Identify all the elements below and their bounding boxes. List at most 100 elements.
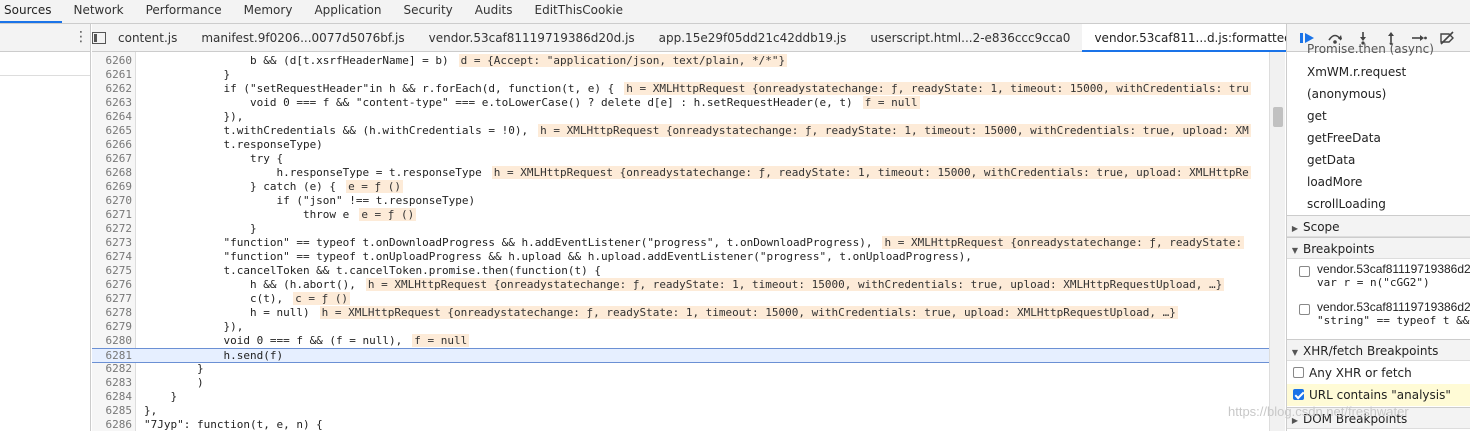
line-number[interactable]: 6273 (92, 236, 133, 250)
line-number[interactable]: 6285 (92, 404, 133, 418)
line-number[interactable]: 6269 (92, 180, 133, 194)
deactivate-breakpoints-icon[interactable] (1433, 28, 1461, 48)
file-tab[interactable]: content.js (106, 24, 189, 52)
line-number[interactable]: 6267 (92, 152, 133, 166)
code-line: 6272 } (92, 222, 1285, 236)
line-number[interactable]: 6277 (92, 292, 133, 306)
line-number[interactable]: 6274 (92, 250, 133, 264)
line-number[interactable]: 6260 (92, 54, 133, 68)
call-frame[interactable]: XmWM.r.request (1287, 61, 1470, 83)
line-number[interactable]: 6264 (92, 110, 133, 124)
breakpoint-item[interactable]: vendor.53caf81119719386d20d.js:6273"stri… (1287, 300, 1470, 334)
more-options-icon[interactable]: ⋮ (74, 29, 88, 45)
code-text: } (144, 222, 257, 236)
line-number[interactable]: 6270 (92, 194, 133, 208)
code-source: }), (144, 320, 244, 333)
code-line: 6276 h && (h.abort(), h = XMLHttpRequest … (92, 278, 1285, 292)
line-number[interactable]: 6272 (92, 222, 133, 236)
code-text: void 0 === f && "content-type" === e.toL… (144, 96, 920, 110)
code-text: h.send(f) (144, 349, 283, 363)
call-frame[interactable]: loadMore (1287, 171, 1470, 193)
xhr-breakpoint-item[interactable]: URL contains "analysis" (1287, 384, 1470, 406)
line-number[interactable]: 6278 (92, 306, 133, 320)
xhr-breakpoint-checkbox[interactable] (1293, 389, 1304, 400)
line-number[interactable]: 6286 (92, 418, 133, 431)
line-number[interactable]: 6261 (92, 68, 133, 82)
code-line: 6278 h = null) h = XMLHttpRequest {onread… (92, 306, 1285, 320)
panel-tab[interactable]: Security (393, 0, 464, 23)
collapse-triangle-icon: ▼ (1291, 246, 1299, 255)
watermark: https://blog.csdn.net/freshwater (1228, 404, 1409, 419)
code-source: b && (d[t.xsrfHeaderName] = b) (144, 54, 449, 67)
line-number[interactable]: 6280 (92, 334, 133, 348)
line-number[interactable]: 6275 (92, 264, 133, 278)
line-number[interactable]: 6282 (92, 362, 133, 376)
code-line: 6277 c(t), c = ƒ () (92, 292, 1285, 306)
line-number[interactable]: 6262 (92, 82, 133, 96)
code-source: h && (h.abort(), (144, 278, 356, 291)
code-text: t.cancelToken && t.cancelToken.promise.t… (144, 264, 601, 278)
line-number[interactable]: 6268 (92, 166, 133, 180)
xhr-breakpoints-section-header[interactable]: ▼ XHR/fetch Breakpoints (1287, 339, 1470, 361)
code-source: } (144, 390, 178, 403)
panel-tab[interactable]: EditThisCookie (524, 0, 635, 23)
xhr-breakpoint-label: URL contains "analysis" (1309, 388, 1451, 402)
panel-tab[interactable]: Audits (464, 0, 524, 23)
code-source: }, (144, 404, 158, 417)
xhr-breakpoint-checkbox[interactable] (1293, 367, 1304, 378)
line-number[interactable]: 6266 (92, 138, 133, 152)
code-text: ) (144, 376, 204, 390)
breakpoints-section-header[interactable]: ▼ Breakpoints (1287, 237, 1470, 259)
code-source: "7Jyp": function(t, e, n) { (144, 418, 323, 431)
panel-tab[interactable]: Network (62, 0, 134, 23)
code-line: 6261 } (92, 68, 1285, 82)
code-text: "function" == typeof t.onDownloadProgres… (144, 236, 1245, 250)
file-tab[interactable]: manifest.9f0206...0077d5076bf.js (189, 24, 416, 52)
breakpoint-checkbox[interactable] (1299, 304, 1310, 315)
inline-value: h = XMLHttpRequest {onreadystatechange: … (882, 236, 1245, 249)
section-title: Breakpoints (1303, 242, 1375, 256)
breakpoint-code: "string" == typeof t && (1317, 314, 1470, 327)
line-number[interactable]: 6281 (92, 349, 133, 363)
line-number[interactable]: 6283 (92, 376, 133, 390)
call-frame[interactable]: (anonymous) (1287, 83, 1470, 105)
scrollbar-thumb[interactable] (1273, 107, 1283, 127)
call-frame[interactable]: get (1287, 105, 1470, 127)
toggle-navigator-icon[interactable] (92, 24, 106, 52)
collapse-triangle-icon: ▼ (1291, 348, 1299, 357)
code-editor[interactable]: 6260 b && (d[t.xsrfHeaderName] = b) d = {… (92, 52, 1285, 431)
scope-section-header[interactable]: ▶ Scope (1287, 215, 1470, 237)
call-frame[interactable]: getFreeData (1287, 127, 1470, 149)
code-line: 6262 if ("setRequestHeader"in h && r.for… (92, 82, 1285, 96)
line-number[interactable]: 6279 (92, 320, 133, 334)
file-tab[interactable]: vendor.53caf81119719386d20d.js (417, 24, 647, 52)
panel-tab[interactable]: Application (303, 0, 392, 23)
line-number[interactable]: 6271 (92, 208, 133, 222)
code-source: h.send(f) (144, 349, 284, 362)
panel-tab[interactable]: Performance (135, 0, 233, 23)
code-source: if ("setRequestHeader"in h && r.forEach(… (144, 82, 615, 95)
section-title: XHR/fetch Breakpoints (1303, 344, 1439, 358)
breakpoint-checkbox[interactable] (1299, 266, 1310, 277)
call-frame[interactable]: getData (1287, 149, 1470, 171)
code-source: } (144, 222, 257, 235)
inline-value: h = XMLHttpRequest {onreadystatechange: … (624, 82, 1251, 95)
panel-tab[interactable]: Memory (233, 0, 304, 23)
breakpoint-item[interactable]: vendor.53caf81119719386d20d.js:6264var r… (1287, 262, 1470, 296)
xhr-breakpoint-item[interactable]: Any XHR or fetch (1287, 362, 1470, 384)
navigator-header: ⋮ (0, 24, 90, 52)
code-line: 6266 t.responseType) (92, 138, 1285, 152)
code-source: } (144, 362, 204, 375)
code-line: 6264 }), (92, 110, 1285, 124)
line-number[interactable]: 6284 (92, 390, 133, 404)
line-number[interactable]: 6265 (92, 124, 133, 138)
file-tab[interactable]: app.15e29f05dd21c42ddb19.js (647, 24, 859, 52)
call-frame[interactable]: scrollLoading (1287, 193, 1470, 215)
line-number[interactable]: 6276 (92, 278, 133, 292)
file-tab[interactable]: vendor.53caf811...d.js:formatted× (1082, 23, 1319, 52)
file-tab[interactable]: userscript.html...2-e836ccc9cca0 (858, 24, 1082, 52)
panel-tab[interactable]: Sources (0, 0, 63, 23)
code-text: t.responseType) (144, 138, 322, 152)
editor-scrollbar[interactable] (1269, 52, 1285, 431)
line-number[interactable]: 6263 (92, 96, 133, 110)
